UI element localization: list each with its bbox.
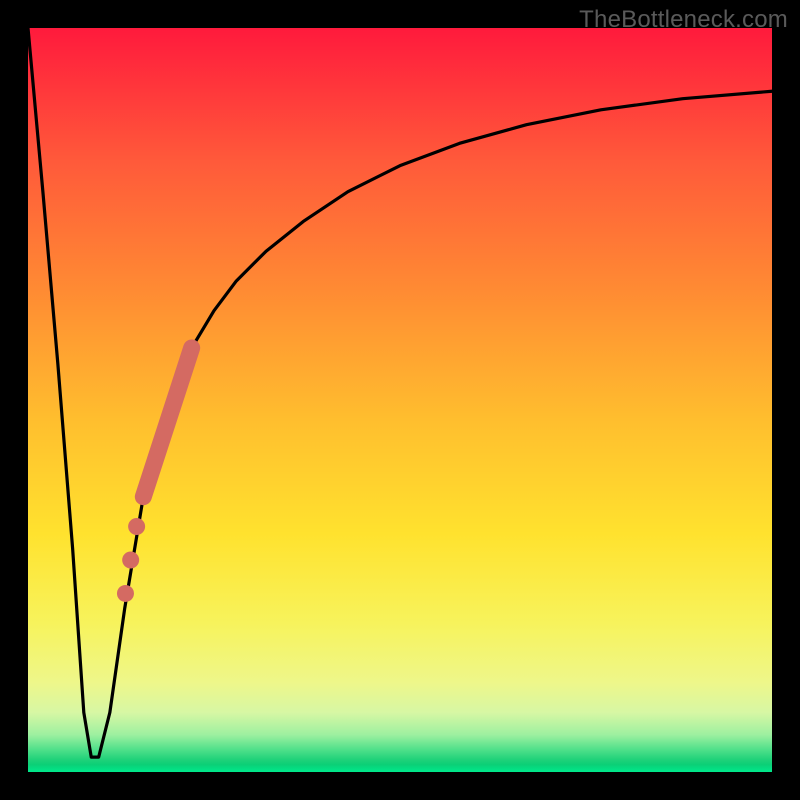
highlight-dot [117, 585, 134, 602]
highlight-layer [117, 348, 192, 602]
plot-area [28, 28, 772, 772]
curve-path [28, 28, 772, 757]
highlight-dot [128, 518, 145, 535]
chart-frame: TheBottleneck.com [0, 0, 800, 800]
highlight-dot [122, 551, 139, 568]
watermark-text: TheBottleneck.com [579, 6, 788, 34]
bottleneck-curve [28, 28, 772, 757]
chart-svg [28, 28, 772, 772]
highlight-segment [143, 348, 191, 497]
